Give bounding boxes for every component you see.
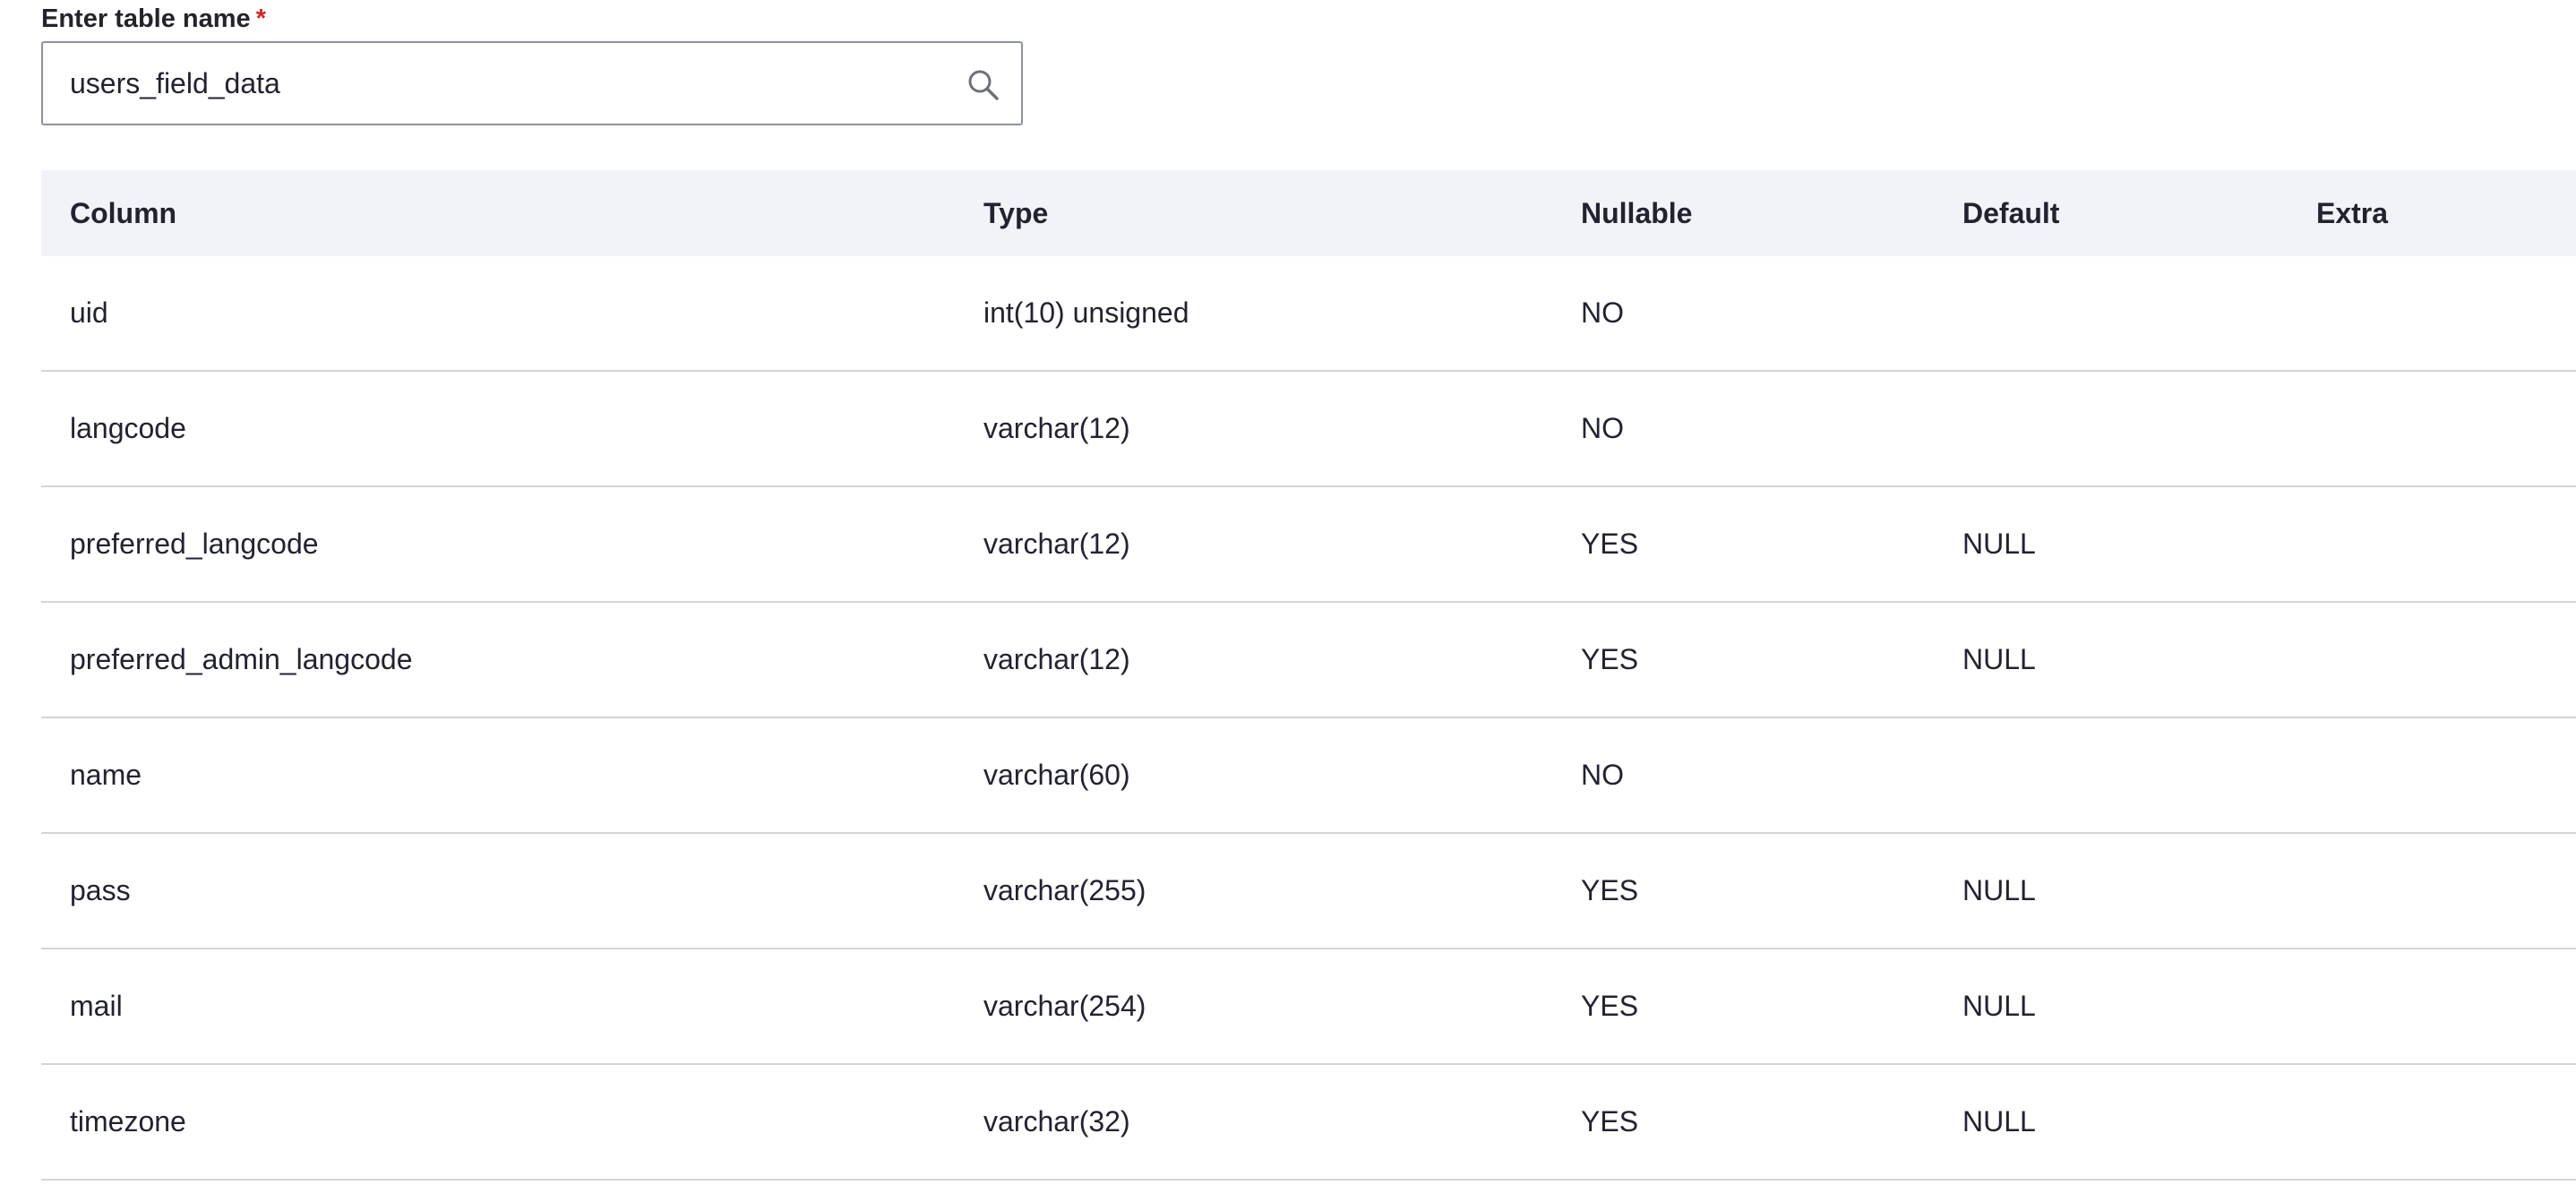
table-row: name varchar(60) NO bbox=[41, 717, 2576, 834]
header-type: Type bbox=[983, 196, 1049, 229]
cell-default bbox=[1934, 371, 2288, 487]
table-header: Column Type Nullable Default Extra bbox=[41, 170, 2576, 256]
cell-default bbox=[1934, 256, 2288, 372]
cell-type: varchar(12) bbox=[955, 602, 1552, 718]
table-body: uid int(10) unsigned NO langcode varchar… bbox=[41, 256, 2576, 1181]
cell-extra bbox=[2288, 949, 2576, 1065]
cell-type: varchar(12) bbox=[955, 486, 1552, 603]
header-default: Default bbox=[1962, 196, 2060, 229]
table-name-search-field[interactable] bbox=[41, 41, 1023, 125]
table-row: preferred_langcode varchar(12) YES NULL bbox=[41, 486, 2576, 603]
table-name-label: Enter table name * bbox=[41, 2, 266, 36]
table-row: langcode varchar(12) NO bbox=[41, 371, 2576, 487]
cell-nullable: YES bbox=[1552, 486, 1934, 603]
table-name-input[interactable] bbox=[43, 43, 1021, 124]
cell-nullable: YES bbox=[1552, 602, 1934, 718]
cell-type: int(10) unsigned bbox=[955, 256, 1552, 372]
cell-type: varchar(255) bbox=[955, 833, 1552, 949]
table-row: timezone varchar(32) YES NULL bbox=[41, 1064, 2576, 1181]
cell-nullable: YES bbox=[1552, 949, 1934, 1065]
cell-column: pass bbox=[41, 833, 955, 949]
cell-default: NULL bbox=[1934, 1064, 2288, 1181]
cell-column: name bbox=[41, 717, 955, 834]
cell-default bbox=[1934, 717, 2288, 834]
cell-column: preferred_admin_langcode bbox=[41, 602, 955, 718]
cell-column: timezone bbox=[41, 1064, 955, 1181]
table-schema-table: Column Type Nullable Default Extra uid i… bbox=[41, 170, 2576, 1181]
cell-nullable: NO bbox=[1552, 256, 1934, 372]
cell-default: NULL bbox=[1934, 486, 2288, 603]
cell-extra bbox=[2288, 717, 2576, 834]
table-row: mail varchar(254) YES NULL bbox=[41, 949, 2576, 1065]
cell-nullable: YES bbox=[1552, 833, 1934, 949]
table-row: pass varchar(255) YES NULL bbox=[41, 833, 2576, 949]
cell-extra bbox=[2288, 371, 2576, 487]
cell-extra bbox=[2288, 486, 2576, 603]
cell-column: uid bbox=[41, 256, 955, 372]
search-icon[interactable] bbox=[966, 67, 1001, 103]
cell-column: preferred_langcode bbox=[41, 486, 955, 603]
cell-nullable: NO bbox=[1552, 717, 1934, 834]
cell-nullable: YES bbox=[1552, 1064, 1934, 1181]
cell-column: langcode bbox=[41, 371, 955, 487]
cell-type: varchar(12) bbox=[955, 371, 1552, 487]
cell-type: varchar(32) bbox=[955, 1064, 1552, 1181]
cell-default: NULL bbox=[1934, 949, 2288, 1065]
header-column: Column bbox=[70, 196, 177, 229]
cell-column: mail bbox=[41, 949, 955, 1065]
cell-extra bbox=[2288, 602, 2576, 718]
table-header-row: Column Type Nullable Default Extra bbox=[41, 170, 2576, 256]
header-nullable: Nullable bbox=[1581, 196, 1693, 229]
cell-nullable: NO bbox=[1552, 371, 1934, 487]
table-row: uid int(10) unsigned NO bbox=[41, 256, 2576, 372]
cell-default: NULL bbox=[1934, 833, 2288, 949]
cell-type: varchar(254) bbox=[955, 949, 1552, 1065]
table-name-label-text: Enter table name bbox=[41, 4, 251, 33]
table-row: preferred_admin_langcode varchar(12) YES… bbox=[41, 602, 2576, 718]
required-marker: * bbox=[255, 4, 266, 33]
cell-default: NULL bbox=[1934, 602, 2288, 718]
cell-extra bbox=[2288, 833, 2576, 949]
cell-extra bbox=[2288, 256, 2576, 372]
cell-extra bbox=[2288, 1064, 2576, 1181]
cell-type: varchar(60) bbox=[955, 717, 1552, 834]
header-extra: Extra bbox=[2316, 196, 2389, 229]
